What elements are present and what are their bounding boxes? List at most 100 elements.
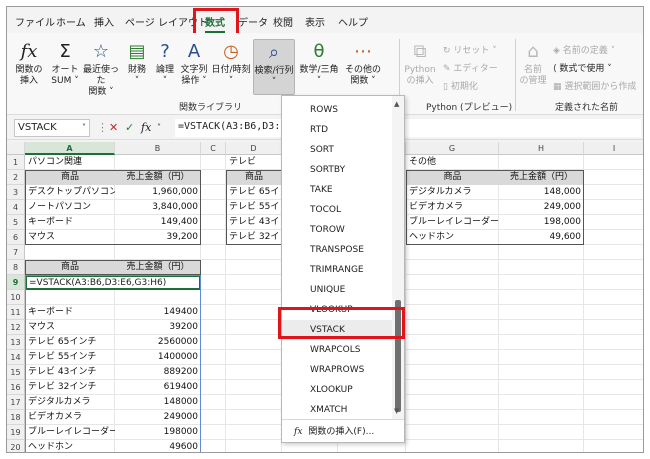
name-manager-button[interactable]: ⌂ 名前 の管理 [518,41,548,87]
function-item-vstack[interactable]: VSTACK [282,320,392,340]
excel-window: ファイル ホーム 挿入 ページ レイアウト 数式 データ 校閲 表示 ヘルプ f… [6,6,644,453]
column-header-d[interactable]: D [226,142,282,155]
define-name-label: 名前の定義 [562,46,608,56]
function-item-transpose[interactable]: TRANSPOSE [282,240,392,260]
function-item-xlookup[interactable]: XLOOKUP [282,380,392,400]
column-header-i[interactable]: I [584,142,643,155]
row-header-4[interactable]: 4 [7,200,25,215]
row-header-19[interactable]: 19 [7,425,25,440]
column-header-h[interactable]: H [499,142,584,155]
tab-insert[interactable]: 挿入 [94,14,114,29]
row-header-9[interactable]: 9 [7,275,25,290]
create-from-selection-icon: ▦ [553,82,565,92]
scroll-down-icon[interactable]: ▼ [394,407,399,415]
function-item-tocol[interactable]: TOCOL [282,200,392,220]
name-manager-label: 名前 の管理 [519,65,547,86]
text-a-icon: A [187,41,201,62]
row-header-11[interactable]: 11 [7,305,25,320]
row-header-7[interactable]: 7 [7,245,25,260]
function-item-rtd[interactable]: RTD [282,120,392,140]
function-item-rows[interactable]: ROWS [282,100,392,120]
active-cell-a9[interactable]: =VSTACK(A3:B6,D3:E6,G3:H6) [25,275,201,290]
pc-item-name: デスクトップパソコン [28,187,115,197]
column-header-b[interactable]: B [115,142,201,155]
function-item-take[interactable]: TAKE [282,180,392,200]
scroll-up-icon[interactable]: ▲ [394,100,399,108]
tab-view[interactable]: 表示 [305,14,325,29]
more-functions-button[interactable]: ⋯ その他の 関数 ˅ [343,41,383,87]
initialize-button[interactable]: ▯ 初期化 [443,79,478,92]
row-header-13[interactable]: 13 [7,335,25,350]
lookup-reference-button[interactable]: ⌕ 検索/行列 ˅ [253,39,295,95]
fx-icon[interactable]: fx [141,121,151,134]
function-item-wrapcols[interactable]: WRAPCOLS [282,340,392,360]
insert-function-menu-item[interactable]: fx 関数の挿入(F)... [282,419,404,443]
tab-data[interactable]: データ [238,14,268,29]
name-box[interactable]: VSTACK ˅ [14,119,90,137]
row-header-18[interactable]: 18 [7,410,25,425]
chevron-down-icon[interactable]: ˅ [157,123,161,132]
row-header-2[interactable]: 2 [7,170,25,185]
result-item-value: 149400 [163,307,198,317]
use-in-formula-button[interactable]: ⟨ 数式で使用 ˅ [553,61,612,74]
row-header-15[interactable]: 15 [7,365,25,380]
text-button[interactable]: A 文字列 操作 ˅ [179,41,209,87]
financial-icon: ▤ [128,41,146,62]
create-from-selection-button[interactable]: ▦ 選択範囲から作成 [553,79,636,92]
result-item-value: 249000 [163,412,198,422]
tab-page-layout[interactable]: ページ レイアウト [125,14,208,29]
pc-item-name: マウス [28,232,56,242]
select-all-corner[interactable] [7,142,25,155]
result-item-name: キーボード [28,307,74,317]
function-item-sortby[interactable]: SORTBY [282,160,392,180]
row-header-3[interactable]: 3 [7,185,25,200]
tab-help[interactable]: ヘルプ [338,14,368,29]
row-header-10[interactable]: 10 [7,290,25,305]
tab-formulas[interactable]: 数式 [205,14,225,33]
defined-names-group-label: 定義された名前 [555,103,619,113]
cancel-icon[interactable]: ✕ [109,121,118,134]
other-item-name: デジタルカメラ [409,187,472,197]
tab-home[interactable]: ホーム [56,14,86,29]
enter-icon[interactable]: ✓ [125,121,134,134]
result-item-name: テレビ 43インチ [28,367,97,377]
function-item-xmatch[interactable]: XMATCH [282,400,392,420]
function-item-vlookup[interactable]: VLOOKUP [282,300,392,320]
financial-button[interactable]: ▤ 財務 ˅ [123,41,151,87]
logical-button[interactable]: ? 論理 ˅ [153,41,177,87]
row-header-16[interactable]: 16 [7,380,25,395]
scroll-thumb[interactable] [395,300,401,412]
tv-item-name: テレビ 65イ [229,187,280,197]
math-trig-button[interactable]: θ 数学/三角 ˅ [297,41,341,87]
tab-file[interactable]: ファイル [15,14,55,29]
function-item-unique[interactable]: UNIQUE [282,280,392,300]
date-time-button[interactable]: ◷ 日付/時刻 ˅ [211,41,251,87]
reset-button[interactable]: ↻ リセット ˅ [443,43,497,56]
recently-used-button[interactable]: ☆ 最近使った 関数 ˅ [81,41,121,98]
column-header-c[interactable]: C [201,142,226,155]
autosum-button[interactable]: Σ オート SUM ˅ [50,41,80,87]
insert-python-button[interactable]: ⧉ Python の挿入 [403,41,437,87]
tab-review[interactable]: 校閲 [273,14,293,29]
row-header-14[interactable]: 14 [7,350,25,365]
function-item-sort[interactable]: SORT [282,140,392,160]
editor-button[interactable]: ✎ エディター [443,61,498,74]
function-item-wraprows[interactable]: WRAPROWS [282,360,392,380]
row-header-1[interactable]: 1 [7,155,25,170]
row-header-5[interactable]: 5 [7,215,25,230]
row-header-17[interactable]: 17 [7,395,25,410]
define-name-button[interactable]: ◈ 名前の定義 ˅ [553,43,615,56]
row-header-6[interactable]: 6 [7,230,25,245]
python-group-label: Python (プレビュー) [426,103,513,113]
row-header-8[interactable]: 8 [7,260,25,275]
insert-function-button[interactable]: fx 関数の 挿入 [13,41,45,87]
function-item-trimrange[interactable]: TRIMRANGE [282,260,392,280]
column-header-a[interactable]: A [25,142,115,155]
row-header-20[interactable]: 20 [7,440,25,452]
tv-item-name: テレビ 32イ [229,232,280,242]
function-item-torow[interactable]: TOROW [282,220,392,240]
column-header-g[interactable]: G [406,142,499,155]
dropdown-scrollbar[interactable]: ▲ ▼ [392,96,404,419]
formula-input[interactable]: =VSTACK(A3:B6,D3:E [175,119,641,137]
row-header-12[interactable]: 12 [7,320,25,335]
